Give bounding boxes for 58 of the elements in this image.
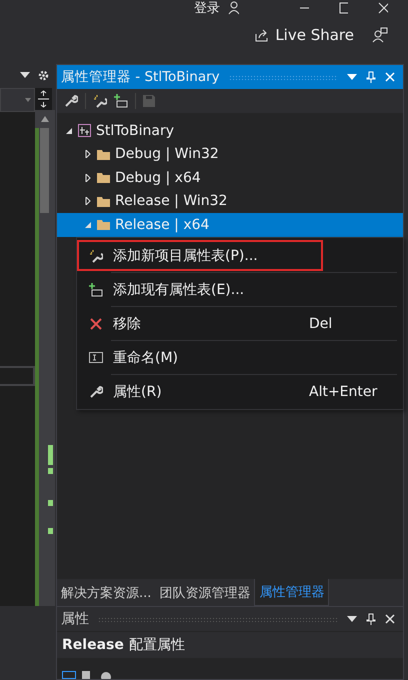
- scroll-up-icon[interactable]: [41, 116, 49, 122]
- shortcut-text: Del: [309, 316, 334, 332]
- menu-item[interactable]: 添加新项目属性表(P)...: [77, 240, 323, 271]
- change-marker: [48, 468, 53, 474]
- wrench-icon: [89, 384, 103, 398]
- live-share-button[interactable]: Live Share: [255, 26, 354, 44]
- dropdown-icon[interactable]: [20, 72, 30, 78]
- folder-icon: [97, 219, 110, 230]
- share-icon: [255, 28, 270, 42]
- expand-icon[interactable]: [84, 197, 92, 206]
- change-marker: [48, 500, 53, 506]
- tree-item[interactable]: Release | Win32: [57, 190, 403, 213]
- tree-item[interactable]: Debug | Win32: [57, 142, 403, 166]
- folder-icon: [97, 172, 110, 184]
- tree-item-label: Debug | x64: [115, 170, 201, 186]
- categorized-icon[interactable]: [62, 671, 76, 679]
- folder-icon: [97, 148, 110, 160]
- tree-item[interactable]: Release | x64: [57, 213, 403, 236]
- scrollbar-thumb[interactable]: [40, 128, 49, 213]
- tree-item-label: Debug | Win32: [115, 146, 219, 162]
- add-sheet-icon: [89, 282, 103, 296]
- tree-item-label: Release | x64: [115, 216, 210, 233]
- config-name: Release: [62, 637, 124, 653]
- collapse-icon[interactable]: [65, 126, 73, 135]
- tree-item[interactable]: StlToBinary: [57, 119, 403, 142]
- add-sheet-icon[interactable]: [114, 94, 128, 108]
- panel-tab[interactable]: 团队资源管理器: [155, 579, 254, 606]
- change-marker: [48, 528, 53, 534]
- maximize-icon[interactable]: [338, 2, 348, 14]
- tree-item[interactable]: Debug | x64: [57, 166, 403, 190]
- dropdown-icon[interactable]: [347, 74, 357, 80]
- dropdown-icon: [25, 98, 31, 102]
- menu-item[interactable]: 添加现有属性表(E)...: [77, 274, 403, 305]
- panel-title: 属性管理器 - StlToBinary: [61, 68, 220, 86]
- dropdown-icon[interactable]: [347, 616, 357, 622]
- split-icon[interactable]: [35, 88, 52, 110]
- pin-icon[interactable]: [366, 613, 376, 625]
- menu-item[interactable]: 属性(R) Alt+Enter: [77, 376, 403, 407]
- folder-icon: [97, 196, 110, 207]
- close-icon[interactable]: [385, 614, 395, 624]
- shortcut-text: Alt+Enter: [309, 384, 378, 400]
- config-label: 配置属性: [128, 636, 185, 654]
- remove-icon: [90, 318, 102, 330]
- expand-icon[interactable]: [84, 174, 92, 182]
- change-marker: [48, 445, 53, 465]
- rename-icon: [89, 352, 103, 363]
- menu-item[interactable]: 移除 Del: [77, 308, 403, 339]
- tree-item-label: Release | Win32: [115, 193, 228, 210]
- expand-icon[interactable]: [84, 150, 92, 158]
- sign-in-link[interactable]: 登录: [194, 0, 220, 17]
- panel-tab[interactable]: 属性管理器: [254, 579, 330, 606]
- menu-item[interactable]: 重命名(M): [77, 342, 403, 373]
- close-icon[interactable]: [378, 2, 388, 14]
- tree-item-label: StlToBinary: [96, 122, 174, 139]
- project-icon: [78, 124, 91, 138]
- panel-tab[interactable]: 解决方案资源...: [57, 579, 156, 606]
- panel-title: 属性: [61, 610, 89, 628]
- wrench-icon[interactable]: [64, 94, 78, 108]
